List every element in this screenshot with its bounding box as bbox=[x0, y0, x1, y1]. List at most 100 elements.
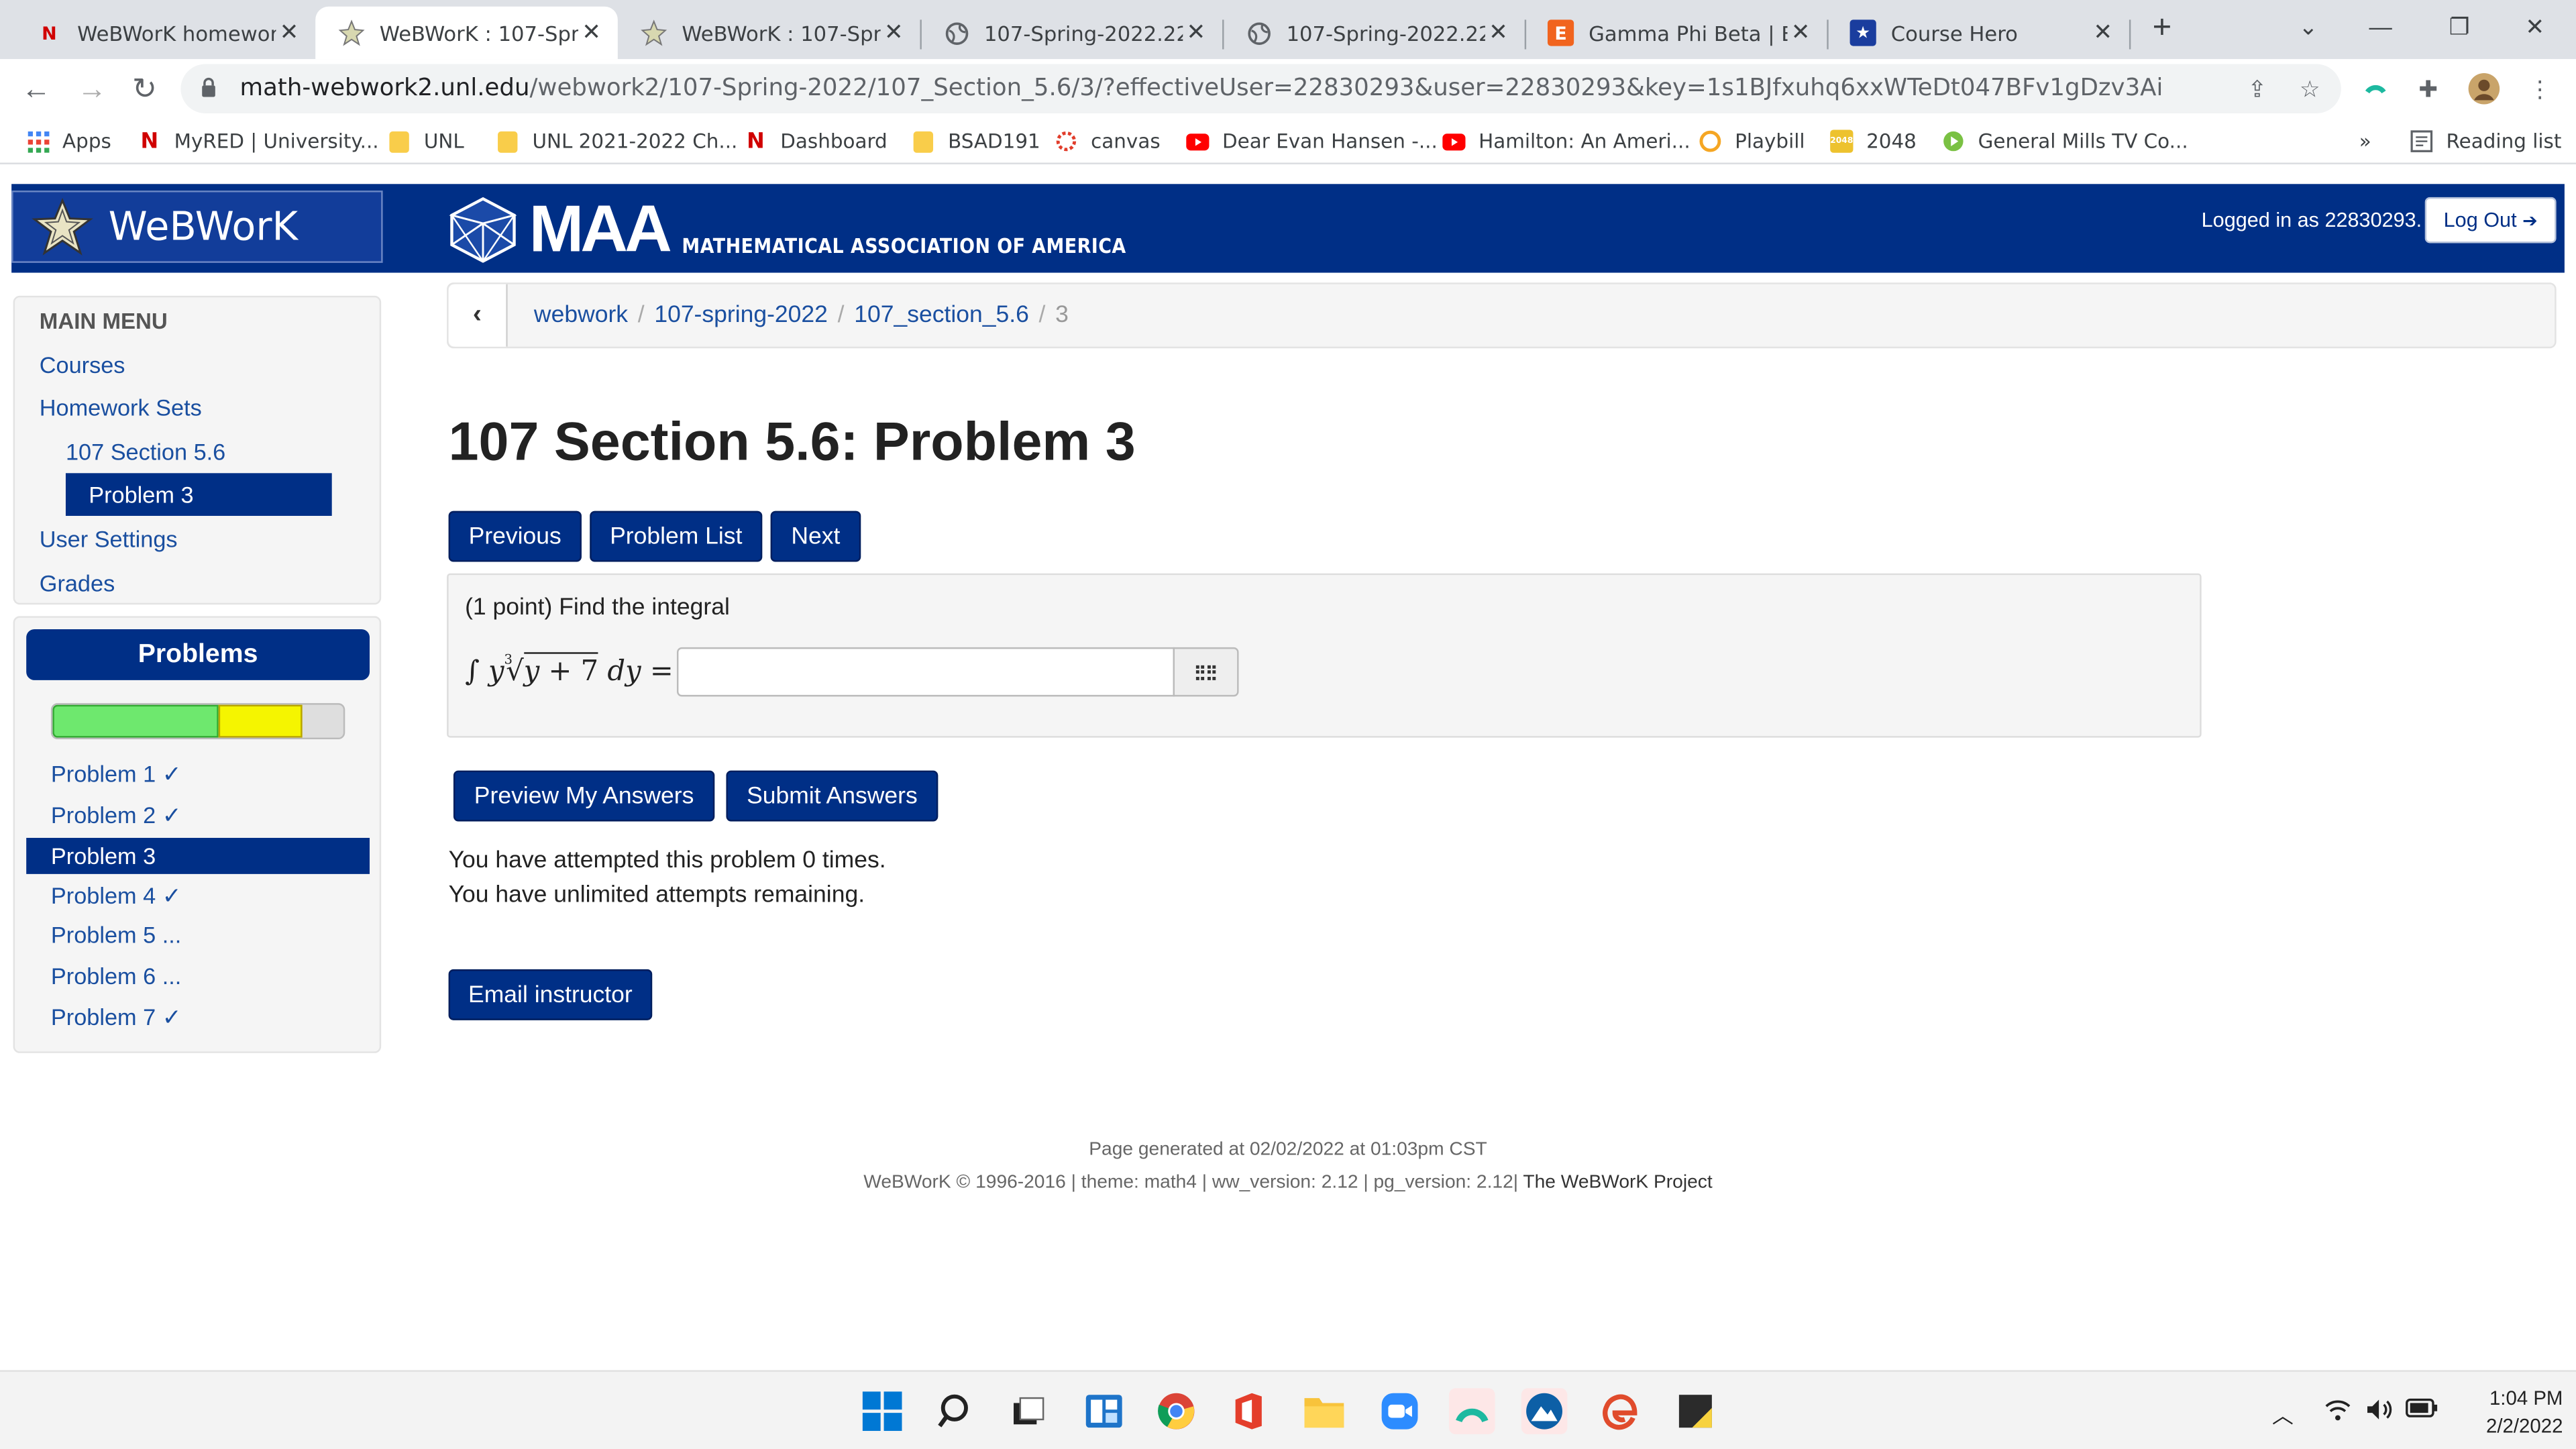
logout-button[interactable]: Log Out ➔ bbox=[2424, 197, 2557, 244]
credits-footer: WeBWorK © 1996-2016 | theme: math4 | ww_… bbox=[0, 1173, 2576, 1193]
bookmark-hamilton[interactable]: Hamilton: An Ameri... bbox=[1442, 125, 1690, 158]
tab-webwork-2[interactable]: WeBWorK : 107-Sprin ✕ bbox=[618, 7, 920, 59]
problem-link-1[interactable]: Problem 1 ✓ bbox=[51, 761, 182, 789]
sidebar-item-grades[interactable]: Grades bbox=[40, 570, 115, 596]
minimize-button[interactable]: — bbox=[2356, 7, 2405, 46]
submit-answers-button[interactable]: Submit Answers bbox=[726, 770, 938, 822]
problems-heading-button[interactable]: Problems bbox=[26, 629, 370, 680]
answer-input[interactable] bbox=[676, 647, 1175, 697]
youtube-icon bbox=[1186, 129, 1210, 152]
webwork-star-icon bbox=[338, 19, 365, 46]
address-bar[interactable]: math-webwork2.unl.edu/webwork2/107-Sprin… bbox=[180, 64, 2341, 113]
windows-start-icon[interactable] bbox=[859, 1388, 906, 1434]
bookmark-2048[interactable]: 2048 2048 bbox=[1830, 125, 1917, 158]
sidebar-item-homework-sets[interactable]: Homework Sets bbox=[40, 394, 202, 421]
close-icon[interactable]: ✕ bbox=[1183, 19, 1209, 46]
browser-toolbar: ← → ↻ math-webwork2.unl.edu/webwork2/107… bbox=[0, 59, 2576, 119]
pinned-app-mountain-icon[interactable] bbox=[1521, 1388, 1568, 1434]
close-window-button[interactable]: ✕ bbox=[2510, 7, 2559, 46]
extensions-puzzle-icon[interactable]: ✚ bbox=[2412, 72, 2445, 105]
close-icon[interactable]: ✕ bbox=[1485, 19, 1511, 46]
chrome-icon[interactable] bbox=[1153, 1388, 1199, 1434]
tab-etsy[interactable]: E Gamma Phi Beta | Ets ✕ bbox=[1525, 7, 1827, 59]
webwork-star-icon bbox=[641, 19, 667, 46]
chevron-left-icon[interactable]: ‹ bbox=[448, 284, 508, 347]
bookmark-canvas[interactable]: canvas bbox=[1055, 125, 1161, 158]
battery-icon[interactable] bbox=[2405, 1398, 2438, 1423]
back-arrow-icon[interactable]: ← bbox=[16, 69, 56, 109]
pinned-app-arc-icon[interactable] bbox=[1449, 1388, 1495, 1434]
problem-link-4[interactable]: Problem 4 ✓ bbox=[51, 882, 182, 910]
preview-answers-button[interactable]: Preview My Answers bbox=[453, 770, 715, 822]
problem-list-button[interactable]: Problem List bbox=[590, 511, 763, 562]
bookmark-star-icon[interactable]: ☆ bbox=[2294, 72, 2326, 105]
tab-spring-1[interactable]: 107-Spring-2022.228 ✕ bbox=[920, 7, 1222, 59]
share-icon[interactable]: ⇪ bbox=[2241, 72, 2273, 105]
problem-link-5[interactable]: Problem 5 ... bbox=[51, 922, 181, 948]
sidebar-item-user-settings[interactable]: User Settings bbox=[40, 526, 178, 552]
problem-link-6[interactable]: Problem 6 ... bbox=[51, 963, 181, 989]
equation-editor-keypad-icon[interactable] bbox=[1173, 647, 1239, 697]
task-view-icon[interactable] bbox=[1006, 1388, 1052, 1434]
search-icon[interactable] bbox=[933, 1388, 979, 1434]
sidebar-item-section-5-6[interactable]: 107 Section 5.6 bbox=[66, 439, 225, 465]
tab-course-hero[interactable]: ★ Course Hero ✕ bbox=[1827, 7, 2129, 59]
bookmarks-overflow[interactable]: » bbox=[2359, 125, 2371, 158]
bookmark-playbill[interactable]: Playbill bbox=[1699, 125, 1805, 158]
close-icon[interactable]: ✕ bbox=[881, 19, 907, 46]
course-hero-icon: ★ bbox=[1849, 19, 1876, 46]
close-icon[interactable]: ✕ bbox=[1788, 19, 1814, 46]
browser-menu-icon[interactable]: ⋮ bbox=[2524, 72, 2557, 105]
bookmark-general-mills[interactable]: General Mills TV Co... bbox=[1942, 125, 2188, 158]
bookmark-unl[interactable]: UNL bbox=[388, 125, 464, 158]
forward-arrow-icon[interactable]: → bbox=[72, 69, 112, 109]
close-icon[interactable]: ✕ bbox=[578, 19, 604, 46]
new-tab-button[interactable]: + bbox=[2144, 10, 2180, 46]
previous-button[interactable]: Previous bbox=[448, 511, 582, 562]
restore-button[interactable]: ❐ bbox=[2434, 7, 2483, 46]
close-icon[interactable]: ✕ bbox=[2090, 19, 2116, 46]
url-path: /webwork2/107-Spring-2022/107_Section_5.… bbox=[529, 75, 2163, 102]
maa-logo[interactable]: MAA MATHEMATICAL ASSOCIATION OF AMERICA bbox=[447, 191, 1187, 263]
email-instructor-button[interactable]: Email instructor bbox=[448, 969, 653, 1020]
volume-icon[interactable] bbox=[2366, 1398, 2396, 1426]
close-icon[interactable]: ✕ bbox=[276, 19, 302, 46]
sidebar-item-courses[interactable]: Courses bbox=[40, 352, 125, 378]
bookmark-dashboard[interactable]: N Dashboard bbox=[744, 125, 888, 158]
profile-avatar[interactable] bbox=[2467, 72, 2500, 105]
reload-icon[interactable]: ↻ bbox=[125, 69, 164, 109]
overflow-label: » bbox=[2359, 129, 2371, 153]
bookmark-bsad191[interactable]: BSAD191 bbox=[912, 125, 1040, 158]
bookmark-dear-evan-hansen[interactable]: Dear Evan Hansen -... bbox=[1186, 125, 1438, 158]
breadcrumb-set[interactable]: 107_section_5.6 bbox=[854, 303, 1029, 329]
bookmark-unl-2021[interactable]: UNL 2021-2022 Ch... bbox=[496, 125, 737, 158]
sidebar-item-problem-3[interactable]: Problem 3 bbox=[65, 473, 332, 516]
problem-link-3[interactable]: Problem 3 bbox=[26, 837, 370, 874]
tab-webwork-active[interactable]: WeBWorK : 107-Sprin ✕ bbox=[315, 6, 618, 60]
widgets-icon[interactable] bbox=[1081, 1388, 1127, 1434]
tab-webwork-homework[interactable]: N WeBWorK homework ✕ bbox=[13, 7, 316, 59]
sticky-notes-icon[interactable] bbox=[1672, 1388, 1719, 1434]
wifi-icon[interactable] bbox=[2324, 1398, 2351, 1426]
chevron-up-icon[interactable]: ︿ bbox=[2272, 1398, 2294, 1430]
webwork-logo[interactable]: WeBWorK bbox=[11, 191, 383, 263]
system-clock[interactable]: 1:04 PM 2/2/2022 bbox=[2448, 1385, 2563, 1441]
problem-link-2[interactable]: Problem 2 ✓ bbox=[51, 802, 182, 830]
zoom-icon[interactable] bbox=[1377, 1388, 1423, 1434]
extension-arc-icon[interactable] bbox=[2359, 72, 2392, 105]
reading-list[interactable]: Reading list bbox=[2410, 125, 2561, 158]
bookmark-apps[interactable]: Apps bbox=[26, 125, 111, 158]
file-explorer-icon[interactable] bbox=[1301, 1388, 1348, 1434]
breadcrumb-webwork[interactable]: webwork bbox=[534, 303, 628, 329]
edge-legacy-icon[interactable] bbox=[1597, 1388, 1643, 1434]
breadcrumb-course[interactable]: 107-spring-2022 bbox=[654, 303, 828, 329]
next-button[interactable]: Next bbox=[770, 511, 861, 562]
webwork-project-link[interactable]: The WeBWorK Project bbox=[1523, 1173, 1712, 1193]
problem-link-7[interactable]: Problem 7 ✓ bbox=[51, 1004, 182, 1032]
maa-icosahedron-icon bbox=[449, 197, 517, 263]
office-icon[interactable] bbox=[1226, 1388, 1272, 1434]
canvas-icon bbox=[1055, 129, 1077, 152]
tab-spring-2[interactable]: 107-Spring-2022.228 ✕ bbox=[1222, 7, 1525, 59]
bookmark-myred[interactable]: N MyRED | University... bbox=[138, 125, 379, 158]
tab-search-chevron-icon[interactable]: ⌄ bbox=[2284, 7, 2332, 46]
